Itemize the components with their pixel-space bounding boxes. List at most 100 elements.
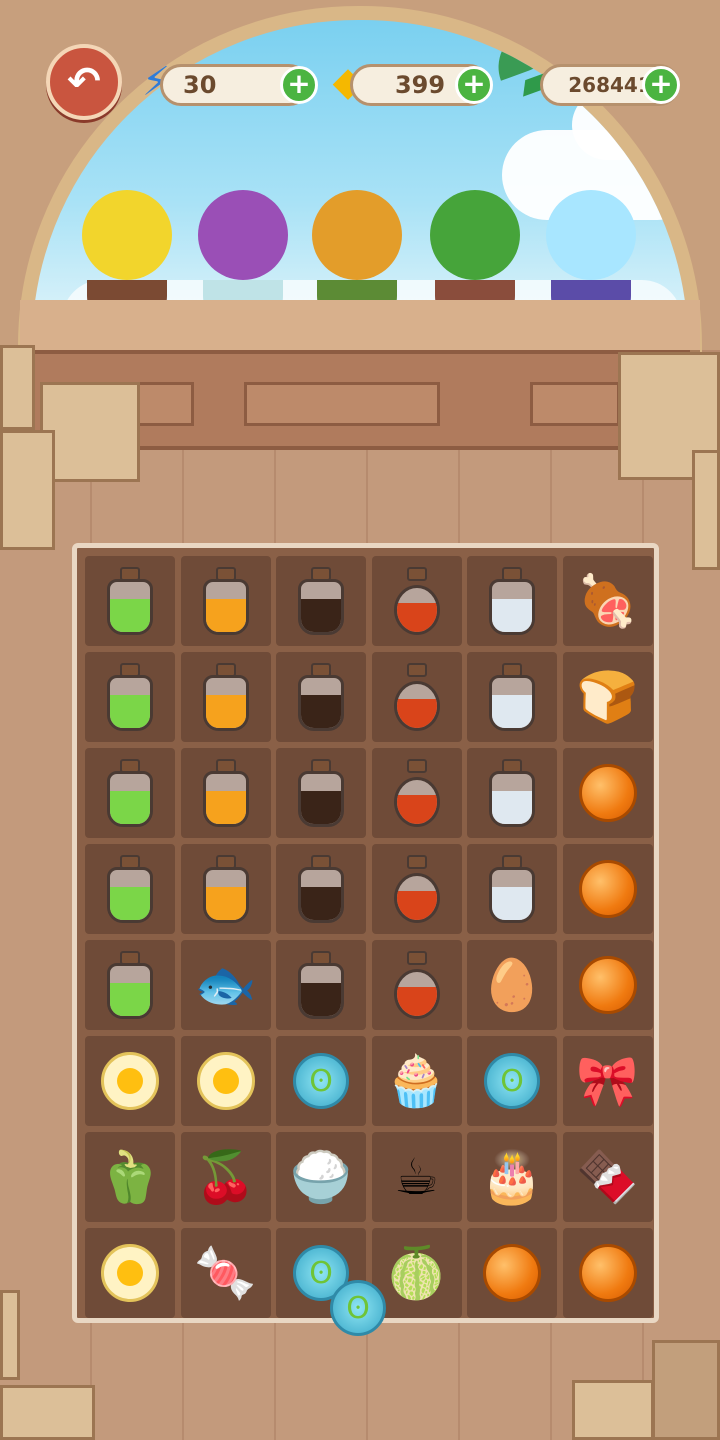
- crate: [572, 1380, 654, 1440]
- crate: [692, 450, 720, 570]
- add-energy-button[interactable]: +: [280, 66, 318, 104]
- plant-foliage-icon: [546, 190, 636, 280]
- plant-foliage-icon: [312, 190, 402, 280]
- board-cell[interactable]: 🍖: [562, 556, 653, 646]
- soy-bottle-icon: [290, 853, 352, 925]
- board-cell[interactable]: [85, 652, 175, 742]
- red-flask-icon: [386, 853, 448, 925]
- board-cell[interactable]: [276, 556, 366, 646]
- fish-icon: 🐟: [194, 956, 257, 1014]
- honey-jar-icon: [195, 853, 257, 925]
- green-flask-icon: [99, 853, 161, 925]
- board-cell[interactable]: [85, 844, 175, 934]
- board-cell[interactable]: [371, 940, 462, 1030]
- board-cell[interactable]: [85, 940, 175, 1030]
- board-cell[interactable]: [562, 748, 653, 838]
- board-cell[interactable]: [562, 844, 653, 934]
- sprout-bubble-icon: ʘ: [293, 1053, 349, 1109]
- board-cell[interactable]: [85, 748, 175, 838]
- board-cell[interactable]: [180, 652, 271, 742]
- board-cell[interactable]: [371, 652, 462, 742]
- board-cell[interactable]: 🎀: [562, 1036, 653, 1126]
- pink-pillow-icon: 🎀: [576, 1052, 639, 1110]
- board-cell[interactable]: [85, 1036, 175, 1126]
- cork-icon: [406, 855, 427, 869]
- board-cell[interactable]: [276, 748, 366, 838]
- board-cell[interactable]: [467, 652, 557, 742]
- orange-orb-icon: [578, 1244, 637, 1302]
- egg-bubble-icon: [101, 1052, 159, 1110]
- board-cell[interactable]: 🍒: [180, 1132, 271, 1222]
- lime-icon: 🍈: [385, 1244, 448, 1302]
- green-flask-icon: [99, 949, 161, 1021]
- board-cell[interactable]: [467, 748, 557, 838]
- crate: [40, 382, 140, 482]
- strawberry-cake-icon: 🎂: [480, 1148, 544, 1206]
- board-cell[interactable]: 🎂: [467, 1132, 557, 1222]
- cream-puff-icon: 🧁: [385, 1052, 448, 1110]
- board-cell[interactable]: ʘ: [276, 1036, 366, 1126]
- board-cell[interactable]: ☕: [371, 1132, 462, 1222]
- board-cell[interactable]: [180, 1036, 271, 1126]
- crate: [0, 430, 55, 550]
- board-cell[interactable]: [562, 940, 653, 1030]
- board-cell[interactable]: 🍚: [276, 1132, 366, 1222]
- cork-icon: [406, 759, 427, 773]
- board-cell[interactable]: 🐟: [180, 940, 271, 1030]
- board-cell[interactable]: [180, 748, 271, 838]
- floating-sprout-bubble[interactable]: ʘ: [330, 1280, 386, 1336]
- cork-icon: [406, 567, 427, 581]
- add-gems-button[interactable]: +: [455, 66, 493, 104]
- merge-board: 🍖 🍞 🐟 🥚 ʘ 🧁 ʘ 🎀 🫑 🍒 🍚 ☕ 🎂 🍫 🍬 ʘ 🍈: [72, 543, 659, 1323]
- board-cell[interactable]: [371, 748, 462, 838]
- board-cell[interactable]: [467, 844, 557, 934]
- window-sill: [20, 300, 700, 356]
- coffee-beans-icon: ☕: [394, 1148, 439, 1206]
- salt-bowl-icon: 🍚: [289, 1148, 353, 1206]
- sprout-icon: ʘ: [330, 1280, 386, 1336]
- board-cell[interactable]: [371, 556, 462, 646]
- green-flask-icon: [99, 661, 161, 733]
- board-cell[interactable]: [276, 652, 366, 742]
- cork-icon: [406, 663, 427, 677]
- soy-bottle-icon: [290, 949, 352, 1021]
- back-button[interactable]: ↶: [46, 44, 122, 120]
- plant-foliage-icon: [198, 190, 288, 280]
- board-cell[interactable]: 🫑: [85, 1132, 175, 1222]
- egg-bubble-icon: [196, 1052, 255, 1110]
- board-cell[interactable]: [85, 1228, 175, 1318]
- counter-panel: [244, 382, 440, 426]
- salt-jar-icon: [481, 661, 543, 733]
- board-cell[interactable]: [180, 556, 271, 646]
- sprout-bubble-icon: ʘ: [484, 1053, 540, 1109]
- counter-panel: [530, 382, 620, 426]
- add-cash-button[interactable]: +: [642, 66, 680, 104]
- red-flask-icon: [386, 661, 448, 733]
- back-arrow-icon: ↶: [67, 59, 101, 105]
- board-cell[interactable]: [276, 844, 366, 934]
- board-cell[interactable]: [467, 556, 557, 646]
- board-cell[interactable]: 🍬: [180, 1228, 271, 1318]
- soy-bottle-icon: [290, 661, 352, 733]
- board-cell[interactable]: 🧁: [371, 1036, 462, 1126]
- board-cell[interactable]: 🍞: [562, 652, 653, 742]
- board-cell[interactable]: 🍫: [562, 1132, 653, 1222]
- ham-icon: 🍖: [576, 572, 639, 630]
- crate: [0, 1290, 20, 1380]
- orange-orb-icon: [578, 956, 637, 1014]
- soy-bottle-icon: [290, 757, 352, 829]
- board-cell[interactable]: [85, 556, 175, 646]
- yellow-pepper-icon: 🫑: [98, 1148, 162, 1206]
- board-cell[interactable]: [562, 1228, 653, 1318]
- plant-foliage-icon: [82, 190, 172, 280]
- chocolate-icon: 🍫: [576, 1148, 639, 1206]
- board-cell[interactable]: 🥚: [467, 940, 557, 1030]
- board-cell[interactable]: [180, 844, 271, 934]
- board-cell[interactable]: [276, 940, 366, 1030]
- board-cell[interactable]: [467, 1228, 557, 1318]
- board-cell[interactable]: ʘ: [467, 1036, 557, 1126]
- orange-orb-icon: [483, 1244, 541, 1302]
- board-cell[interactable]: [371, 844, 462, 934]
- honey-jar-icon: [195, 565, 257, 637]
- crate: [0, 345, 35, 430]
